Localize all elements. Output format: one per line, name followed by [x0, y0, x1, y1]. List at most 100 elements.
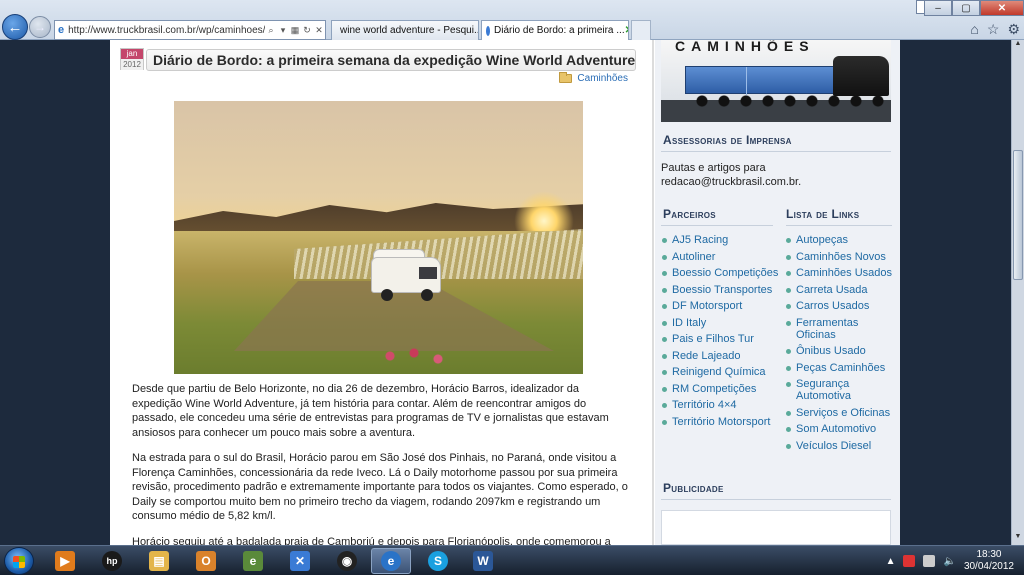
tab-google-search[interactable]: wine world adventure - Pesqui...	[331, 20, 479, 40]
taskbar-app[interactable]: hp	[92, 548, 132, 574]
column-divider	[652, 40, 654, 545]
partner-link[interactable]: Boessio Competições	[662, 267, 780, 279]
partner-link[interactable]: Território Motorsport	[662, 416, 780, 428]
partner-link[interactable]: Pais e Filhos Tur	[662, 333, 780, 345]
directory-link[interactable]: Ônibus Usado	[786, 345, 896, 357]
folder-icon	[559, 72, 573, 83]
publicity-ad[interactable]	[661, 510, 891, 545]
new-tab-button[interactable]	[631, 20, 651, 40]
taskbar-app[interactable]: O	[186, 548, 226, 574]
gear-icon[interactable]: ⚙	[1007, 21, 1020, 38]
directory-link[interactable]: Veículos Diesel	[786, 440, 896, 452]
arrow-right-icon: →	[34, 20, 46, 34]
hp-icon: hp	[102, 551, 122, 571]
vertical-scrollbar[interactable]: ▲ ▼	[1011, 40, 1024, 545]
battery-icon[interactable]	[923, 555, 936, 567]
post-category[interactable]: Caminhões	[559, 72, 628, 84]
partner-link[interactable]: DF Motorsport	[662, 300, 780, 312]
word-icon: W	[473, 551, 493, 571]
directory-link[interactable]: Caminhões Usados	[786, 267, 896, 279]
start-button[interactable]	[4, 547, 34, 575]
directory-link[interactable]: Caminhões Novos	[786, 251, 896, 263]
favorites-star-icon[interactable]: ☆	[987, 21, 1000, 38]
media-player-icon: ▶	[55, 551, 75, 571]
article-photo	[174, 101, 583, 374]
volume-icon[interactable]: 🔈	[943, 556, 955, 567]
directory-link[interactable]: Carreta Usada	[786, 284, 896, 296]
arrow-left-icon: ←	[7, 18, 23, 36]
internet-explorer-icon: e	[381, 551, 401, 571]
tools-icon: ✕	[290, 551, 310, 571]
clock[interactable]: 18:30 30/04/2012	[964, 549, 1014, 573]
close-button[interactable]: ✕	[980, 0, 1024, 16]
taskbar-app[interactable]: ▤	[139, 548, 179, 574]
stop-icon[interactable]: ✕	[313, 25, 325, 36]
taskbar: ▶ hp ▤ O e ✕ ◉ e S W ▲ 🔈 18:30 30/04/201…	[0, 545, 1024, 575]
network-flag-icon[interactable]	[903, 555, 916, 567]
links-list: Autopeças Caminhões Novos Caminhões Usad…	[786, 234, 896, 456]
directory-link[interactable]: Som Automotivo	[786, 423, 896, 435]
partner-link[interactable]: RM Competições	[662, 383, 780, 395]
outlook-icon: O	[196, 551, 216, 571]
taskbar-app[interactable]: ◉	[327, 548, 367, 574]
browser-chrome: ← → e http://www.truckbrasil.com.br/wp/c…	[0, 0, 1024, 40]
partner-link[interactable]: Reinigend Química	[662, 366, 780, 378]
media-disc-icon: ◉	[337, 551, 357, 571]
address-url[interactable]: http://www.truckbrasil.com.br/wp/caminho…	[68, 25, 265, 36]
taskbar-app[interactable]: e	[233, 548, 273, 574]
refresh-icon[interactable]: ↻	[301, 25, 313, 36]
clock-time: 18:30	[976, 549, 1002, 560]
partners-heading: Parceiros	[663, 207, 716, 221]
banner-title: CAMINHÕES	[675, 40, 815, 54]
search-icon[interactable]: ⌕	[265, 25, 277, 36]
ie-favicon-icon	[486, 25, 490, 36]
window-controls: – ▢ ✕	[924, 0, 1024, 16]
partner-link[interactable]: AJ5 Racing	[662, 234, 780, 246]
back-button[interactable]: ←	[2, 14, 28, 40]
divider	[661, 499, 891, 500]
directory-link[interactable]: Ferramentas Oficinas	[786, 317, 896, 341]
home-icon[interactable]: ⌂	[970, 21, 978, 38]
skype-icon: S	[428, 551, 448, 571]
truck-trailer	[685, 66, 835, 95]
partner-link[interactable]: Rede Lajeado	[662, 350, 780, 362]
post-title[interactable]: Diário de Bordo: a primeira semana da ex…	[146, 49, 636, 71]
scroll-thumb[interactable]	[1013, 150, 1023, 280]
taskbar-app[interactable]: ✕	[280, 548, 320, 574]
page-viewport: jan 2012 Diário de Bordo: a primeira sem…	[110, 40, 900, 545]
publicity-heading: Publicidade	[663, 481, 724, 495]
minimize-button[interactable]: –	[924, 0, 952, 16]
taskbar-app-ie[interactable]: e	[371, 548, 411, 574]
directory-link[interactable]: Serviços e Oficinas	[786, 407, 896, 419]
tab-close-icon[interactable]: ✕	[625, 25, 628, 36]
partner-link[interactable]: Boessio Transportes	[662, 284, 780, 296]
scroll-down-icon[interactable]: ▼	[1012, 533, 1024, 545]
caminhoes-banner[interactable]: CAMINHÕES	[661, 40, 891, 122]
directory-link[interactable]: Peças Caminhões	[786, 362, 896, 374]
directory-link[interactable]: Segurança Automotiva	[786, 378, 896, 402]
scroll-up-icon[interactable]: ▲	[1012, 40, 1024, 52]
clock-date: 30/04/2012	[963, 561, 1014, 572]
press-heading: Assessorias de Imprensa	[663, 133, 792, 147]
compatibility-icon[interactable]: ▦	[289, 25, 301, 36]
show-hidden-icons[interactable]: ▲	[886, 556, 896, 567]
forward-button[interactable]: →	[29, 16, 51, 38]
category-label[interactable]: Caminhões	[577, 73, 628, 84]
maximize-button[interactable]: ▢	[952, 0, 980, 16]
partner-link[interactable]: ID Italy	[662, 317, 780, 329]
directory-link[interactable]: Carros Usados	[786, 300, 896, 312]
taskbar-app[interactable]: S	[418, 548, 458, 574]
tab-article[interactable]: Diário de Bordo: a primeira ... ✕	[481, 20, 629, 40]
article-main: jan 2012 Diário de Bordo: a primeira sem…	[110, 40, 652, 545]
partner-link[interactable]: Território 4×4	[662, 399, 780, 411]
date-badge: jan 2012	[120, 48, 144, 70]
taskbar-app[interactable]: W	[463, 548, 503, 574]
partners-list: AJ5 Racing Autoliner Boessio Competições…	[662, 234, 780, 432]
dropdown-icon[interactable]: ▾	[277, 25, 289, 36]
partner-link[interactable]: Autoliner	[662, 251, 780, 263]
press-text: Pautas e artigos para redacao@truckbrasi…	[661, 162, 802, 188]
directory-link[interactable]: Autopeças	[786, 234, 896, 246]
address-bar[interactable]: e http://www.truckbrasil.com.br/wp/camin…	[54, 20, 326, 40]
taskbar-app[interactable]: ▶	[45, 548, 85, 574]
sidebar: CAMINHÕES Assessorias de Imprensa Pautas…	[655, 40, 900, 545]
